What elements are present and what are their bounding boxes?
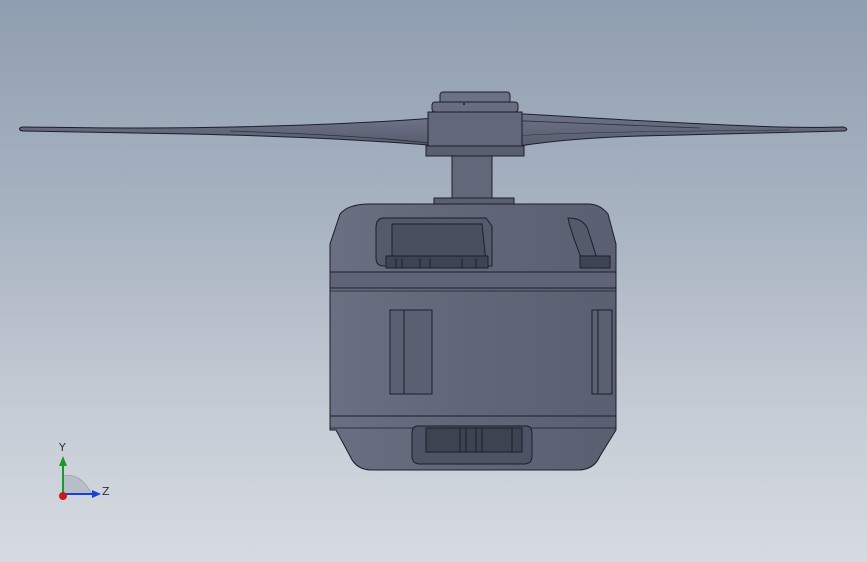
coordinate-triad: Y Z bbox=[40, 436, 130, 516]
graphics-viewport[interactable]: Y Z bbox=[0, 0, 867, 562]
motor-bell-top bbox=[329, 203, 617, 273]
motor-can bbox=[329, 271, 617, 417]
motor-shaft bbox=[433, 155, 515, 205]
axis-label-y: Y bbox=[59, 441, 66, 454]
axis-triad-icon bbox=[59, 456, 101, 500]
motor-propeller-model[interactable] bbox=[0, 0, 867, 562]
propeller-blade-left bbox=[19, 117, 441, 147]
motor-base bbox=[329, 415, 617, 471]
propeller-blade-right bbox=[489, 111, 848, 151]
propeller-hub bbox=[425, 91, 525, 157]
axis-label-z: Z bbox=[102, 485, 110, 498]
